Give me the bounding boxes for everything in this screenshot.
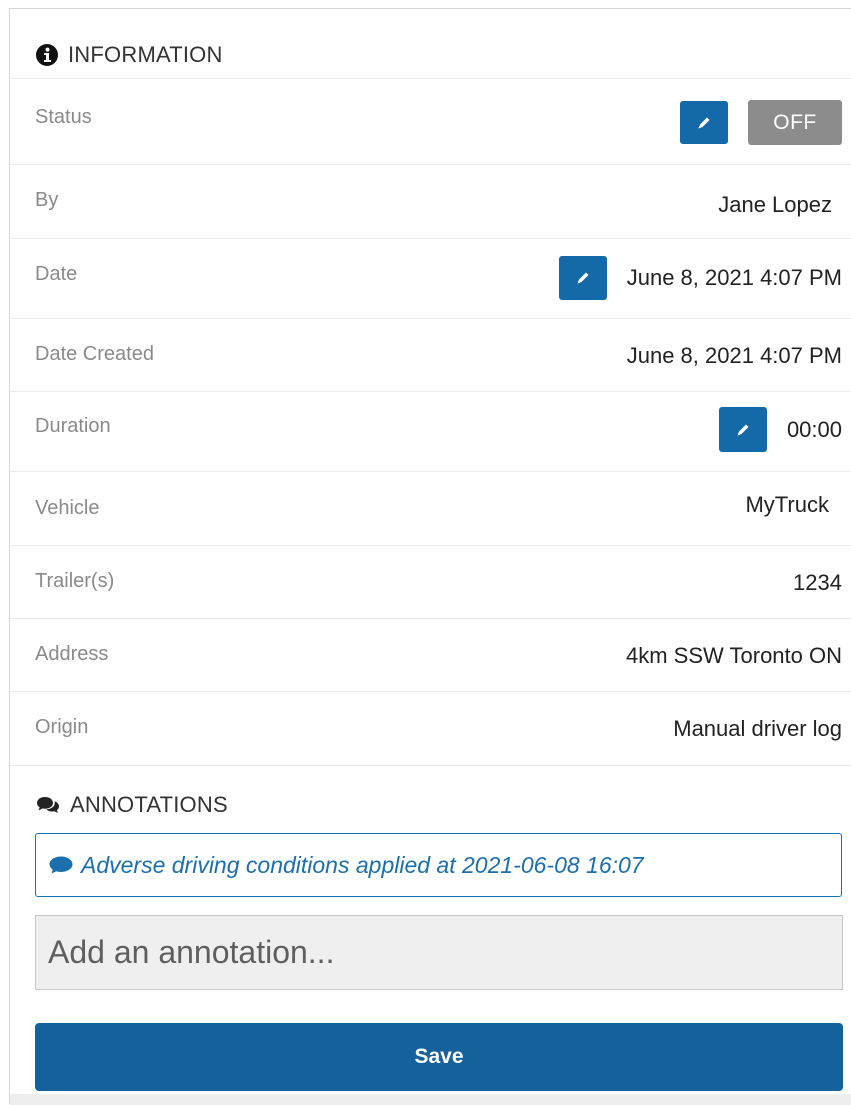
- trailers-row: Trailer(s) 1234: [10, 546, 851, 619]
- pencil-icon: [698, 117, 710, 128]
- log-details-panel: INFORMATION Status OFF By Jane Lopez Dat…: [9, 8, 851, 1105]
- status-row: Status OFF: [10, 80, 851, 165]
- by-label: By: [35, 189, 59, 211]
- by-row: By Jane Lopez: [10, 165, 851, 239]
- address-value: 4km SSW Toronto ON: [626, 643, 842, 668]
- vehicle-row: Vehicle MyTruck: [10, 472, 851, 546]
- origin-row: Origin Manual driver log: [10, 692, 851, 766]
- comments-icon: [36, 795, 60, 815]
- comment-icon: [48, 855, 74, 875]
- annotation-text: Adverse driving conditions applied at 20…: [81, 851, 644, 878]
- duration-value: 00:00: [786, 416, 842, 442]
- edit-status-button[interactable]: [680, 101, 728, 144]
- trailers-label: Trailer(s): [35, 570, 115, 592]
- information-title: INFORMATION: [68, 41, 223, 67]
- address-row: Address 4km SSW Toronto ON: [10, 619, 851, 692]
- origin-label: Origin: [35, 716, 89, 738]
- date-created-row: Date Created June 8, 2021 4:07 PM: [10, 319, 851, 392]
- date-created-value: June 8, 2021 4:07 PM: [626, 343, 842, 368]
- footer-divider: [10, 1094, 851, 1105]
- address-label: Address: [35, 643, 109, 665]
- vehicle-label: Vehicle: [35, 497, 100, 519]
- status-label: Status: [35, 106, 92, 128]
- pencil-icon: [577, 272, 589, 284]
- date-label: Date: [35, 263, 78, 285]
- origin-value: Manual driver log: [673, 716, 842, 741]
- information-header: INFORMATION: [10, 31, 851, 79]
- date-created-label: Date Created: [35, 343, 154, 365]
- vehicle-value: MyTruck: [745, 492, 829, 517]
- add-annotation-input[interactable]: [35, 915, 843, 990]
- duration-row: Duration 00:00: [10, 392, 851, 472]
- annotations-title: ANNOTATIONS: [70, 792, 228, 817]
- annotations-header: ANNOTATIONS: [10, 785, 851, 825]
- edit-duration-button[interactable]: [718, 407, 767, 452]
- date-value: June 8, 2021 4:07 PM: [626, 265, 842, 290]
- trailers-value: 1234: [793, 570, 842, 595]
- info-circle-icon: [36, 43, 58, 66]
- pencil-icon: [737, 424, 749, 435]
- save-button[interactable]: Save: [35, 1023, 843, 1091]
- by-value: Jane Lopez: [718, 192, 832, 217]
- status-off-badge[interactable]: OFF: [748, 100, 842, 145]
- edit-date-button[interactable]: [558, 256, 607, 300]
- date-row: Date June 8, 2021 4:07 PM: [10, 239, 851, 319]
- duration-label: Duration: [35, 415, 111, 437]
- annotation-item: Adverse driving conditions applied at 20…: [35, 833, 842, 897]
